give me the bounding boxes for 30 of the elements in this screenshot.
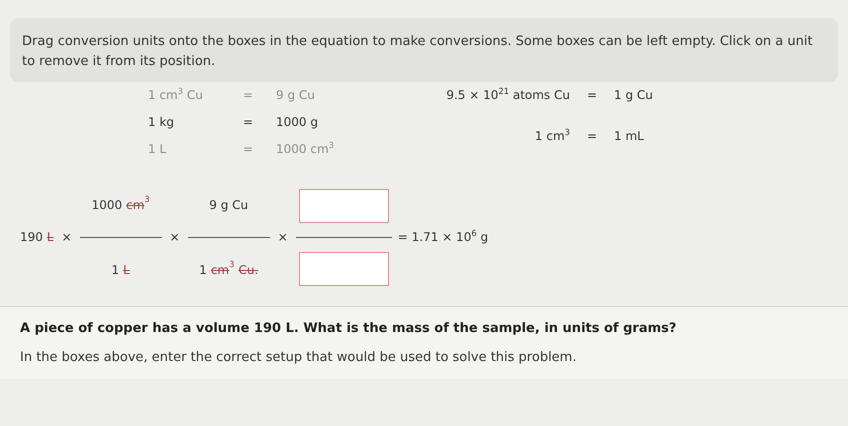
unit-token[interactable]: 9 g Cu [209, 198, 248, 212]
times-sign: × [278, 230, 288, 244]
conversion-unit[interactable]: 1000 g [276, 115, 398, 129]
unit-token[interactable]: Cu. [238, 262, 258, 276]
instructions-text: Drag conversion units onto the boxes in the equation to make conversions. Some boxes can be left empty. Click on a unit to remove it from its position. [10, 18, 838, 82]
conversion-unit[interactable]: 1 mL [614, 128, 653, 156]
unit-token[interactable]: 1 [111, 262, 120, 276]
equals-sign: = [586, 128, 598, 144]
equals-sign: = [243, 115, 254, 129]
equals-sign: = [243, 88, 254, 102]
prompt-text: In the boxes above, enter the correct setup that would be used to solve this problem. [20, 350, 578, 365]
unit-token[interactable]: L [123, 262, 130, 276]
drop-box[interactable] [298, 252, 389, 286]
question-text: A piece of copper has a volume 190 L. What is the mass of the sample, in units of grams? [20, 321, 678, 336]
unit-token[interactable]: cm$^{3}$ [126, 198, 150, 212]
equals-sign: = [243, 142, 254, 156]
times-sign: × [170, 230, 180, 244]
equals-sign: = [586, 88, 598, 104]
conversion-unit[interactable]: 1 kg [148, 115, 243, 129]
conversion-unit[interactable]: 1 g Cu [614, 88, 653, 116]
result-text: = 1.71 × 10$^{6}$ g [398, 230, 488, 244]
unit-token[interactable]: L [46, 230, 54, 244]
drop-box[interactable] [298, 188, 389, 222]
unit-token[interactable]: 190 [20, 230, 43, 244]
unit-token[interactable]: cm$^{3}$ [210, 262, 234, 276]
conversion-unit[interactable]: 1 cm$^{3}$ [410, 128, 570, 156]
times-sign: × [62, 230, 72, 244]
unit-token[interactable]: 1000 [92, 198, 122, 212]
unit-token[interactable]: 1 [199, 262, 207, 276]
conversion-unit[interactable]: 9.5 × 10$^{21}$ atoms Cu [410, 88, 570, 116]
